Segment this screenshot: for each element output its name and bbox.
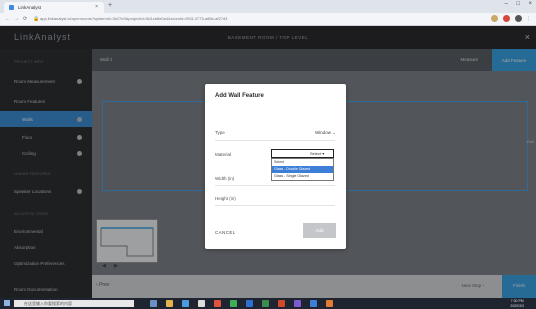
material-option[interactable]: Glass - Single Glazed <box>272 173 333 180</box>
type-label: Type <box>215 130 225 135</box>
height-input[interactable] <box>215 205 335 206</box>
width-input[interactable] <box>215 185 335 186</box>
material-select[interactable]: Select ▾ <box>271 149 334 158</box>
extension-icon[interactable] <box>503 15 510 22</box>
task-view-icon[interactable] <box>150 300 157 307</box>
app-icon[interactable] <box>294 300 301 307</box>
dialog-title: Add Wall Feature <box>215 93 264 99</box>
reload-icon[interactable]: ⟳ <box>23 16 27 22</box>
edge-icon[interactable] <box>182 300 189 307</box>
material-option-highlighted[interactable]: Glass - Double Glazed <box>272 166 333 173</box>
app-icon[interactable] <box>326 300 333 307</box>
url-field[interactable]: app.linkanalyst.io/openrooms?systemId=3b… <box>40 16 227 21</box>
address-bar: ← → ⟳ 🔒 app.linkanalyst.io/openrooms?sys… <box>0 13 536 26</box>
browser-tabbar: LinkAnalyst × + – □ × <box>0 0 536 13</box>
material-option[interactable]: Select <box>272 159 333 166</box>
add-button[interactable]: Add <box>303 223 336 238</box>
new-tab-button[interactable]: + <box>108 2 112 9</box>
divider <box>215 140 335 141</box>
tab-title: LinkAnalyst <box>18 5 42 10</box>
type-value: Window <box>314 130 331 135</box>
browser-tab[interactable]: LinkAnalyst × <box>4 2 104 13</box>
forward-icon[interactable]: → <box>14 16 19 22</box>
width-label: Width (in) <box>215 176 235 181</box>
chrome-icon[interactable] <box>214 300 221 307</box>
windows-start-icon[interactable] <box>4 300 10 306</box>
taskbar-search[interactable]: 在这里输入你要搜索的内容 <box>14 300 134 307</box>
clock-date: 2020/3/3 <box>510 303 524 308</box>
add-wall-feature-dialog: Add Wall Feature Type Window ⌄ Material … <box>205 84 346 249</box>
extension-icon[interactable] <box>491 15 498 22</box>
close-window-button[interactable]: × <box>528 1 532 7</box>
material-selected: Select <box>310 151 322 156</box>
clock-time: 7:30 PM <box>510 299 524 303</box>
type-select[interactable]: Window ⌄ <box>315 130 336 136</box>
excel-icon[interactable] <box>262 300 269 307</box>
file-explorer-icon[interactable] <box>166 300 173 307</box>
app-icon[interactable] <box>230 300 237 307</box>
close-tab-icon[interactable]: × <box>95 4 98 10</box>
screen: LinkAnalyst × + – □ × ← → ⟳ 🔒 app.linkan… <box>0 0 536 309</box>
word-icon[interactable] <box>246 300 253 307</box>
app-icon[interactable] <box>310 300 317 307</box>
chevron-down-icon: ▾ <box>322 151 325 156</box>
maximize-button[interactable]: □ <box>516 1 520 7</box>
store-icon[interactable] <box>198 300 205 307</box>
favicon-icon <box>9 5 14 10</box>
cancel-button[interactable]: CANCEL <box>215 230 236 235</box>
profile-icon[interactable] <box>515 15 522 22</box>
chevron-down-icon: ⌄ <box>332 130 336 135</box>
system-clock[interactable]: 7:30 PM 2020/3/3 <box>510 299 524 308</box>
height-label: Height (in) <box>215 196 236 201</box>
windows-taskbar: 在这里输入你要搜索的内容 7:30 PM 2020/3/3 <box>0 298 536 309</box>
back-icon[interactable]: ← <box>5 16 10 22</box>
powerpoint-icon[interactable] <box>278 300 285 307</box>
material-dropdown: Select Glass - Double Glazed Glass - Sin… <box>271 158 334 181</box>
material-label: Material <box>215 152 232 157</box>
menu-icon[interactable]: ⋮ <box>526 16 531 22</box>
minimize-button[interactable]: – <box>505 1 508 7</box>
lock-icon: 🔒 <box>33 16 40 22</box>
